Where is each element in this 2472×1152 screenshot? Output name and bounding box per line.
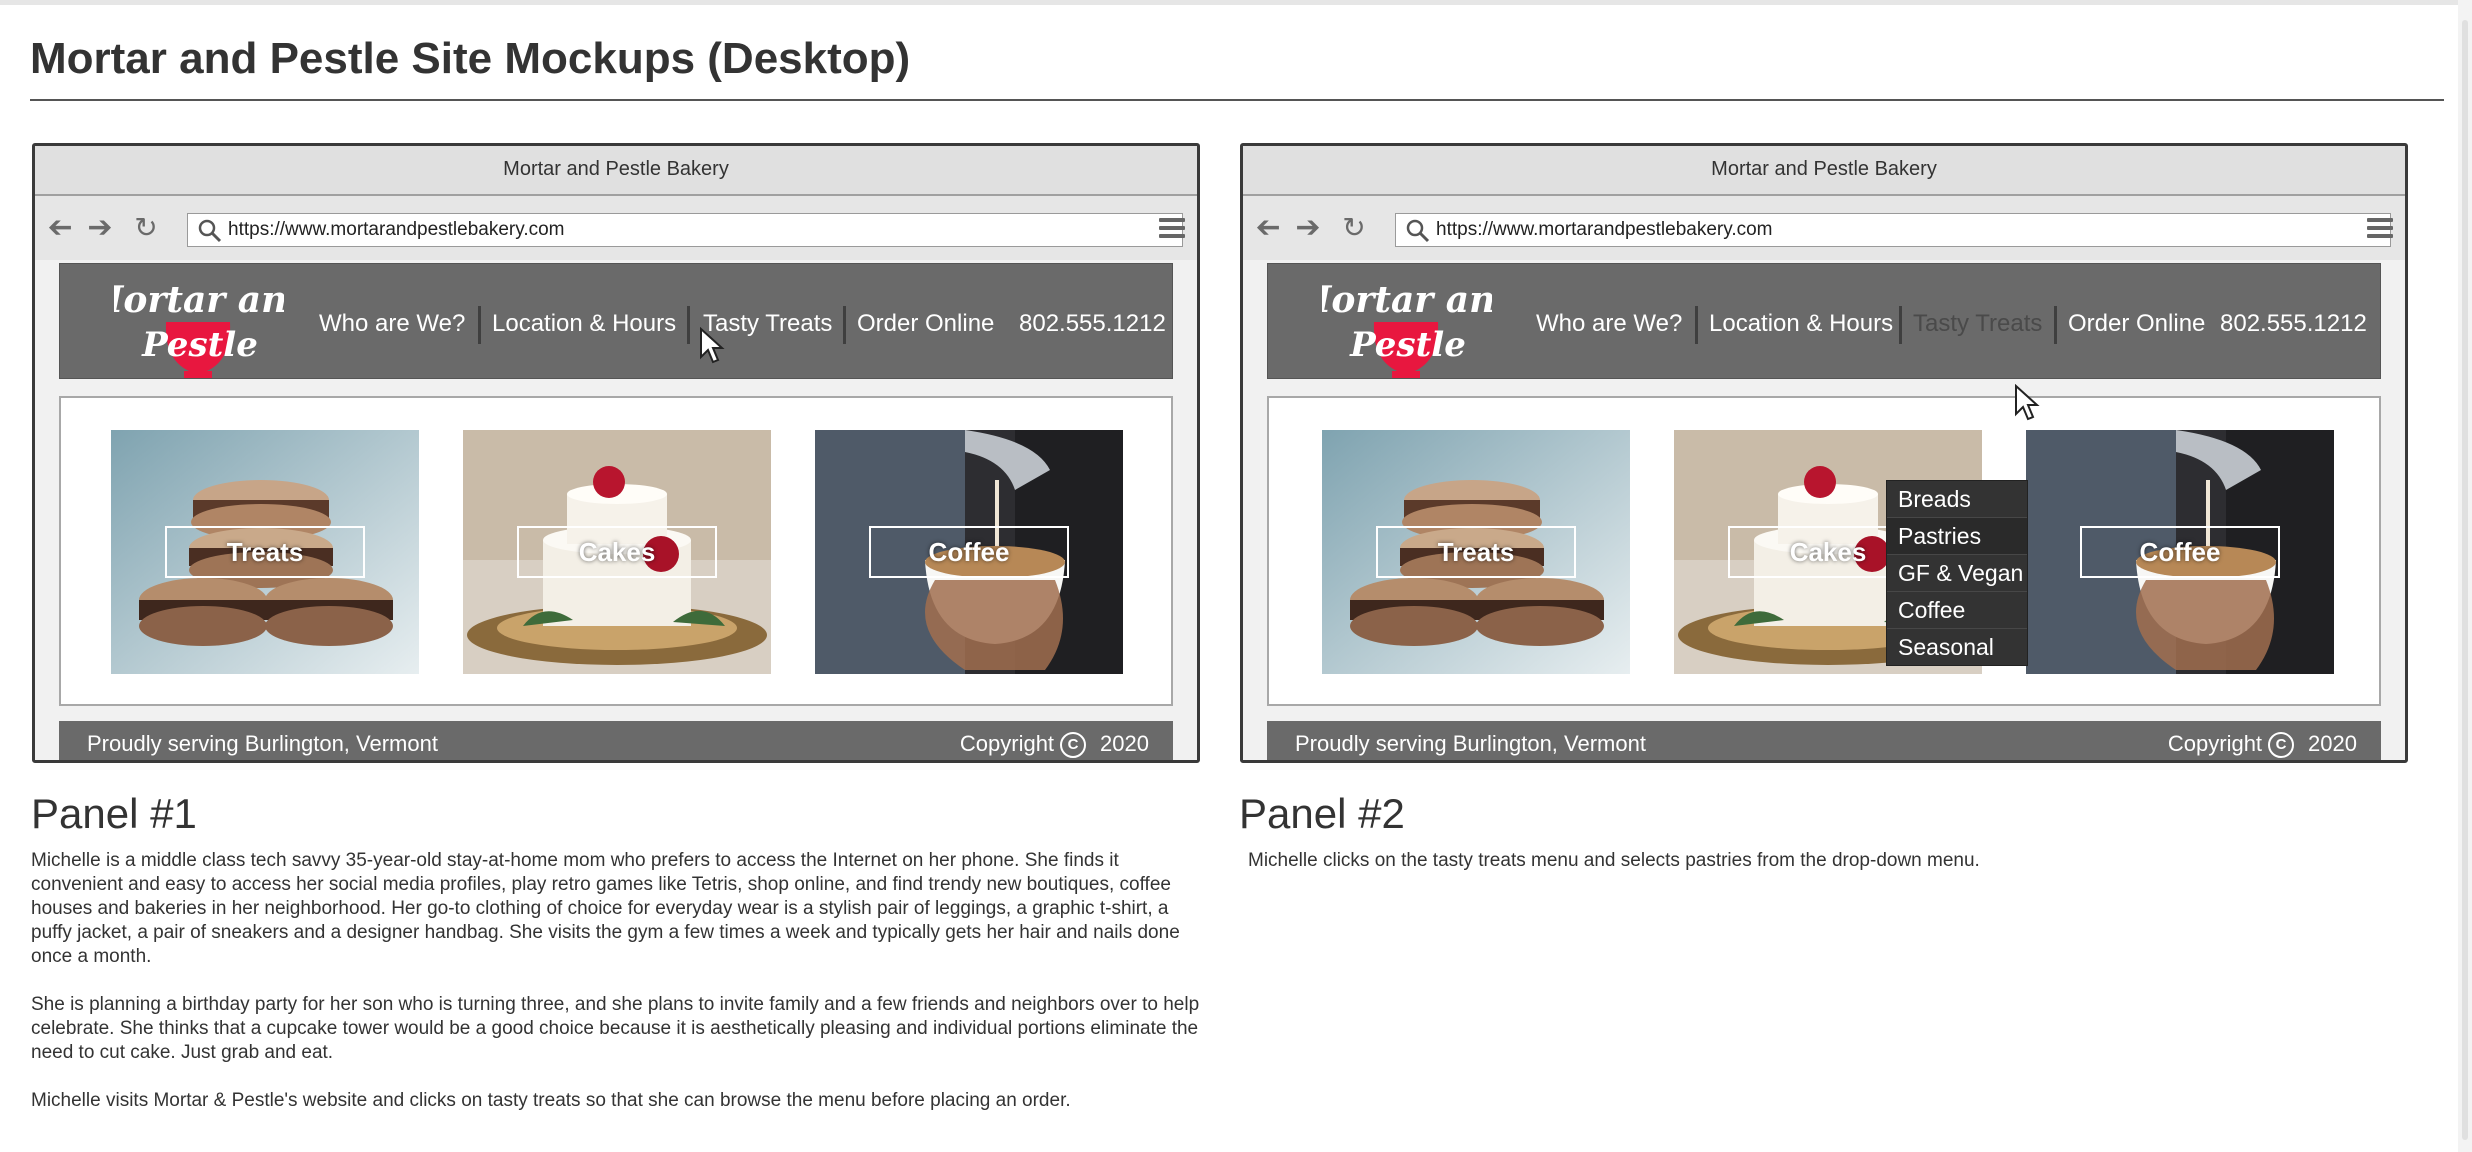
nav-divider — [843, 306, 846, 344]
panel-1-paragraph: Michelle visits Mortar & Pestle's websit… — [31, 1090, 1071, 1111]
nav-location-hours[interactable]: Location & Hours — [492, 310, 676, 338]
panel-1-paragraph: Michelle is a middle class tech savvy 35… — [31, 850, 1180, 967]
back-arrow-icon[interactable]: ➔ — [1253, 211, 1283, 244]
nav-who-are-we[interactable]: Who are We? — [1536, 310, 1682, 338]
copyright-label: Copyright — [2167, 731, 2263, 756]
browser-toolbar: ➔ ➔ ↻ https://www.mortarandpestlebakery.… — [35, 196, 1197, 260]
search-icon — [1406, 219, 1430, 243]
copyright-icon: C — [2268, 732, 2295, 759]
mouse-cursor-icon — [700, 327, 725, 364]
panel-1-paragraph: She is planning a birthday party for her… — [31, 994, 1200, 1063]
address-bar[interactable]: https://www.mortarandpestlebakery.com — [187, 213, 1183, 247]
forward-arrow-icon[interactable]: ➔ — [85, 213, 115, 243]
copyright-year: 2020 — [1100, 731, 1149, 756]
main-nav: Who are We? Location & Hours Tasty Treat… — [60, 264, 1172, 380]
site-header: Mortar and Pestle Who are We? Location &… — [1267, 263, 2381, 379]
nav-phone[interactable]: 802.555.1212 — [2220, 310, 2367, 338]
mouse-cursor-icon — [2015, 384, 2040, 421]
back-arrow-icon[interactable]: ➔ — [45, 211, 75, 244]
scrollbar-thumb[interactable] — [2462, 20, 2468, 1140]
nav-who-are-we[interactable]: Who are We? — [319, 310, 465, 338]
tile-coffee[interactable]: Coffee — [815, 430, 1123, 674]
footer-tagline: Proudly serving Burlington, Vermont — [1295, 731, 1646, 756]
tile-label-treats: Treats — [1376, 526, 1576, 578]
dropdown-item-seasonal[interactable]: Seasonal — [1887, 629, 2027, 665]
panel-2-title: Panel #2 — [1239, 790, 1405, 837]
tile-coffee[interactable]: Coffee — [2026, 430, 2334, 674]
site-footer: Proudly serving Burlington, Vermont Copy… — [1267, 721, 2381, 760]
tile-label-treats: Treats — [165, 526, 365, 578]
tile-label-coffee: Coffee — [2080, 526, 2280, 578]
url-text: https://www.mortarandpestlebakery.com — [1436, 219, 1773, 240]
browser-toolbar: ➔ ➔ ↻ https://www.mortarandpestlebakery.… — [1243, 196, 2405, 260]
nav-divider — [1695, 306, 1698, 344]
tile-treats[interactable]: Treats — [1322, 430, 1630, 674]
footer-copyright: Copyright C 2020 — [2167, 721, 2357, 760]
panel-2-paragraph: Michelle clicks on the tasty treats menu… — [1248, 850, 1980, 871]
nav-divider — [2054, 306, 2057, 344]
copyright-label: Copyright — [959, 731, 1055, 756]
panel-2-description: Michelle clicks on the tasty treats menu… — [1248, 849, 2426, 897]
hamburger-menu-icon[interactable] — [2367, 218, 2393, 242]
dropdown-item-breads[interactable]: Breads — [1887, 481, 2027, 518]
tile-label-coffee: Coffee — [869, 526, 1069, 578]
page-scrollbar[interactable] — [2458, 0, 2472, 1152]
url-text: https://www.mortarandpestlebakery.com — [228, 219, 565, 240]
reload-icon[interactable]: ↻ — [131, 213, 161, 243]
tile-cakes[interactable]: Cakes — [463, 430, 771, 674]
footer-copyright: Copyright C 2020 — [959, 721, 1149, 760]
site-footer: Proudly serving Burlington, Vermont Copy… — [59, 721, 1173, 760]
hero-content: Treats Cakes Coffee — [59, 396, 1173, 706]
nav-phone[interactable]: 802.555.1212 — [1019, 310, 1166, 338]
nav-order-online[interactable]: Order Online — [2068, 310, 2205, 338]
tile-treats[interactable]: Treats — [111, 430, 419, 674]
window-title: Mortar and Pestle Bakery — [1243, 146, 2405, 196]
main-nav: Who are We? Location & Hours Tasty Treat… — [1268, 264, 2380, 380]
copyright-icon: C — [1060, 732, 1087, 759]
nav-divider — [1899, 306, 1902, 344]
nav-tasty-treats[interactable]: Tasty Treats — [1913, 310, 2042, 338]
nav-divider — [687, 306, 690, 344]
address-bar[interactable]: https://www.mortarandpestlebakery.com — [1395, 213, 2391, 247]
forward-arrow-icon[interactable]: ➔ — [1293, 213, 1323, 243]
panel-1-description: Michelle is a middle class tech savvy 35… — [31, 849, 1209, 1137]
browser-mockup-2: Mortar and Pestle Bakery ➔ ➔ ↻ https://w… — [1240, 143, 2408, 763]
dropdown-item-coffee[interactable]: Coffee — [1887, 592, 2027, 629]
panel-1-title: Panel #1 — [31, 790, 197, 837]
footer-tagline: Proudly serving Burlington, Vermont — [87, 731, 438, 756]
top-edge — [0, 0, 2472, 5]
dropdown-item-gf-vegan[interactable]: GF & Vegan — [1887, 555, 2027, 592]
dropdown-item-pastries[interactable]: Pastries — [1887, 518, 2027, 555]
page-title: Mortar and Pestle Site Mockups (Desktop) — [30, 34, 911, 83]
tile-label-cakes: Cakes — [517, 526, 717, 578]
nav-order-online[interactable]: Order Online — [857, 310, 994, 338]
title-divider — [30, 99, 2444, 101]
tasty-treats-dropdown: Breads Pastries GF & Vegan Coffee Season… — [1886, 480, 2028, 666]
hamburger-menu-icon[interactable] — [1159, 218, 1185, 242]
site-header: Mortar and Pestle Who are We? Location &… — [59, 263, 1173, 379]
hero-content: Treats Cakes Coffee — [1267, 396, 2381, 706]
reload-icon[interactable]: ↻ — [1339, 213, 1369, 243]
search-icon — [198, 219, 222, 243]
copyright-year: 2020 — [2308, 731, 2357, 756]
window-title: Mortar and Pestle Bakery — [35, 146, 1197, 196]
nav-location-hours[interactable]: Location & Hours — [1709, 310, 1893, 338]
nav-divider — [478, 306, 481, 344]
browser-mockup-1: Mortar and Pestle Bakery ➔ ➔ ↻ https://w… — [32, 143, 1200, 763]
